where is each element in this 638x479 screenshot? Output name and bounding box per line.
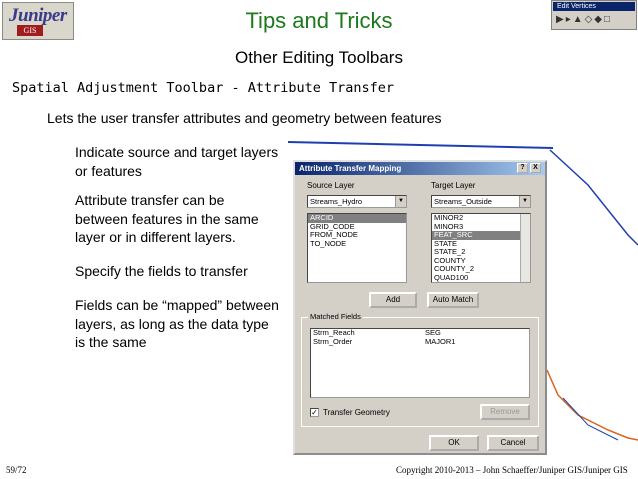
edit-vertices-toolbar-title: Edit Vertices xyxy=(553,2,635,11)
source-layer-select[interactable]: Streams_Hydro ▼ xyxy=(307,195,407,208)
page-number: 59/72 xyxy=(6,465,27,475)
chevron-down-icon: ▼ xyxy=(395,196,406,207)
source-layer-value: Streams_Hydro xyxy=(310,197,363,206)
dialog-title: Attribute Transfer Mapping xyxy=(295,162,545,175)
matched-fields-label: Matched Fields xyxy=(308,312,363,321)
transfer-geometry-checkbox[interactable]: ✓ xyxy=(310,408,319,417)
ok-button[interactable]: OK xyxy=(429,435,479,451)
matched-fields-list[interactable]: Strm_Reach SEG Strm_Order MAJOR1 xyxy=(310,328,530,398)
target-layer-value: Streams_Outside xyxy=(434,197,492,206)
bullet-text: Fields can be “mapped” between layers, a… xyxy=(75,297,279,350)
matched-source-cell: Strm_Order xyxy=(313,336,353,346)
bullet-text: Specify the fields to transfer xyxy=(75,263,248,279)
map-line-blue xyxy=(549,149,638,246)
help-button[interactable]: ? xyxy=(517,163,528,173)
close-button[interactable]: X xyxy=(530,163,541,173)
lead-text: Lets the user transfer attributes and ge… xyxy=(47,110,442,126)
auto-match-button[interactable]: Auto Match xyxy=(427,292,479,308)
chevron-down-icon: ▼ xyxy=(519,196,530,207)
cancel-button[interactable]: Cancel xyxy=(487,435,539,451)
map-line-blue xyxy=(287,141,554,149)
map-line-orange xyxy=(546,369,638,441)
remove-button[interactable]: Remove xyxy=(480,404,530,420)
list-item[interactable]: QUAD100 xyxy=(432,273,530,283)
edit-vertices-tool-icons[interactable]: ▶▸▲◇◆□ xyxy=(556,14,612,25)
scrollbar[interactable] xyxy=(520,214,530,282)
bullet-text: Attribute transfer can be between featur… xyxy=(75,192,259,245)
slide-subtitle: Other Editing Toolbars xyxy=(235,48,403,67)
target-fields-list[interactable]: MINOR2 MINOR3 FEAT_SRC STATE STATE_2 COU… xyxy=(431,213,531,283)
target-layer-label: Target Layer xyxy=(431,181,476,190)
section-heading: Spatial Adjustment Toolbar - Attribute T… xyxy=(12,80,395,96)
source-layer-label: Source Layer xyxy=(307,181,355,190)
copyright: Copyright 2010-2013 – John Schaeffer/Jun… xyxy=(396,465,628,475)
bullet-text: Indicate source and target layers or fea… xyxy=(75,144,279,179)
add-button[interactable]: Add xyxy=(369,292,417,308)
matched-fields-group: Matched Fields Strm_Reach SEG Strm_Order… xyxy=(301,312,539,427)
map-line-blue xyxy=(562,397,619,441)
list-item[interactable]: TO_NODE xyxy=(308,239,406,249)
transfer-geometry-label: Transfer Geometry xyxy=(323,408,390,417)
table-row[interactable]: Strm_Order MAJOR1 xyxy=(311,336,529,347)
matched-target-cell: MAJOR1 xyxy=(425,336,456,346)
slide-title: Tips and Tricks xyxy=(245,8,393,33)
source-fields-list[interactable]: ARCID GRID_CODE FROM_NODE TO_NODE xyxy=(307,213,407,283)
attribute-transfer-dialog: Attribute Transfer Mapping ? X Source La… xyxy=(293,160,547,455)
target-layer-select[interactable]: Streams_Outside ▼ xyxy=(431,195,531,208)
edit-vertices-toolbar: Edit Vertices ▶▸▲◇◆□ xyxy=(551,0,637,30)
